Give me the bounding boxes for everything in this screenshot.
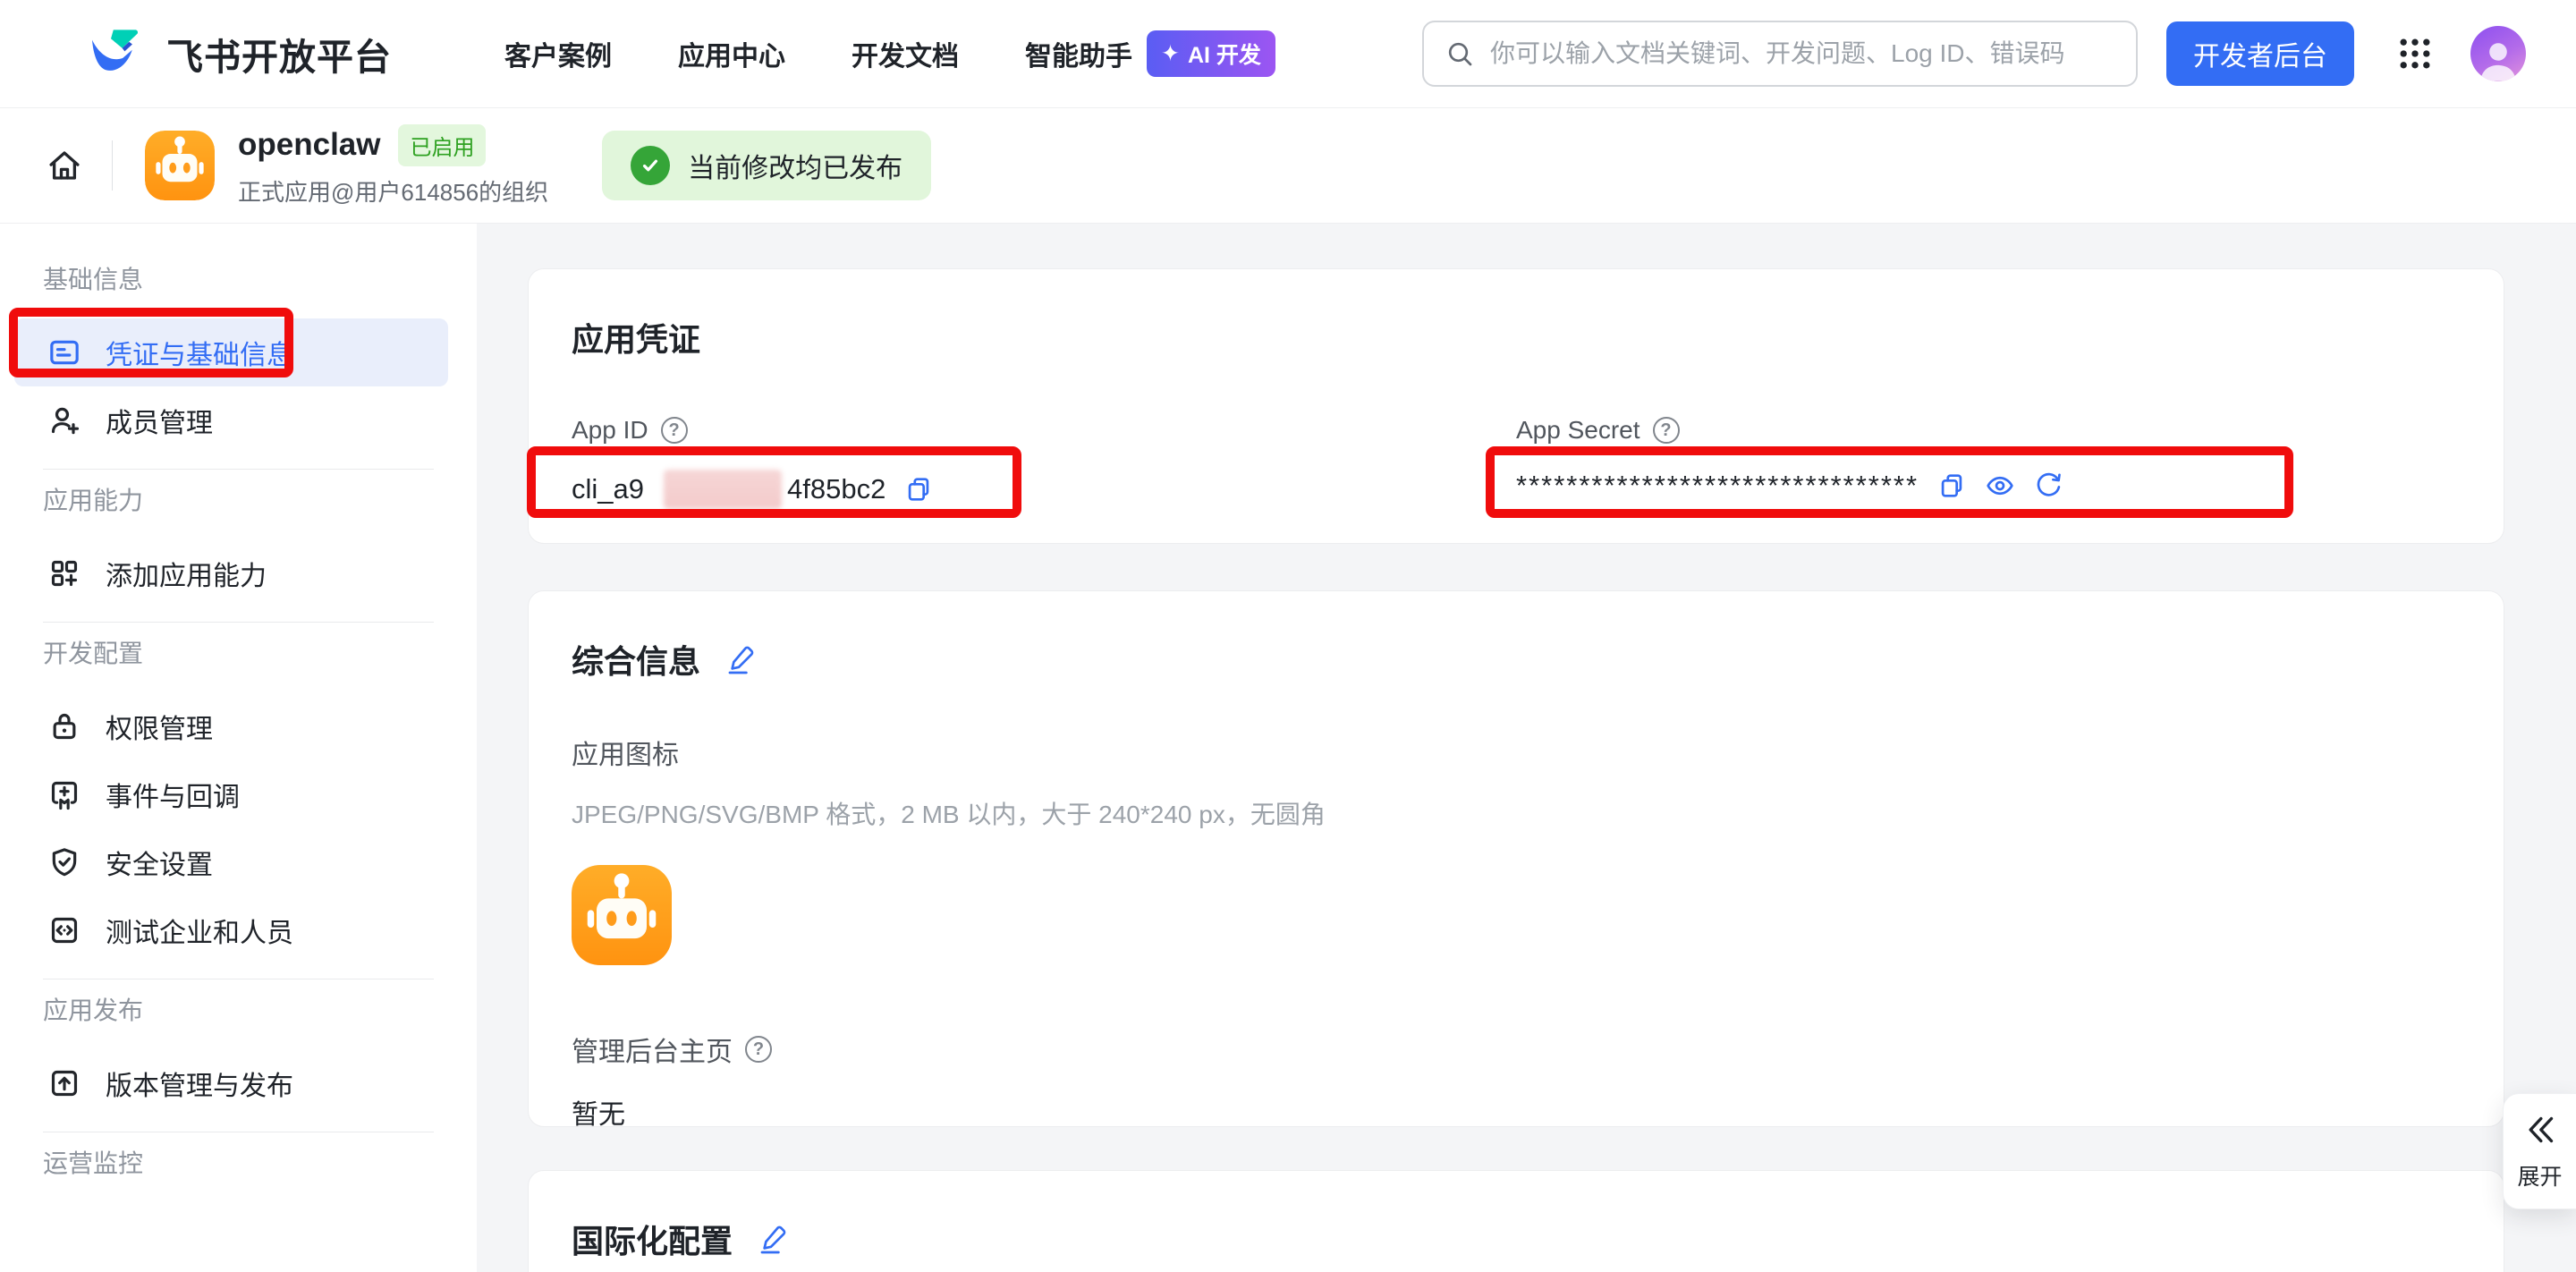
app-meta: openclaw 已启用 正式应用@用户614856的组织 (238, 124, 548, 208)
app-secret-value: ******************************** (1516, 470, 2461, 502)
lock-icon (47, 708, 82, 744)
app-icon-requirements: JPEG/PNG/SVG/BMP 格式，2 MB 以内，大于 240*240 p… (572, 795, 2461, 831)
sidebar-item-permissions[interactable]: 权限管理 (14, 692, 448, 760)
sidebar-section-release: 应用发布 (43, 996, 477, 1026)
copy-icon (1936, 471, 1967, 501)
search-input[interactable] (1490, 39, 2116, 68)
home-button[interactable] (46, 147, 83, 184)
nav-ai-assistant[interactable]: 智能助手 ✦ AI 开发 (1025, 30, 1275, 77)
sidebar-item-members[interactable]: 成员管理 (14, 386, 448, 454)
admin-homepage-value: 暂无 (572, 1092, 2461, 1132)
app-secret-field: App Secret ? ***************************… (1516, 416, 2461, 509)
check-circle-icon (631, 146, 670, 185)
divider (43, 469, 434, 470)
code-brackets-icon (47, 912, 82, 948)
app-id-value: cli_a94f85bc2 (572, 470, 1516, 509)
edit-general-info-button[interactable] (725, 644, 756, 674)
app-secret-label: App Secret (1516, 416, 1640, 445)
app-icon (145, 131, 215, 200)
sidebar-item-events[interactable]: 事件与回调 (14, 760, 448, 828)
admin-homepage-label: 管理后台主页 (572, 1030, 733, 1069)
sidebar: 基础信息 凭证与基础信息 成员管理 应用能力 添加应用能力 开发配置 权限管理 (0, 224, 477, 1272)
help-icon[interactable]: ? (745, 1036, 772, 1063)
eye-icon (1985, 471, 2015, 501)
sidebar-item-security[interactable]: 安全设置 (14, 828, 448, 896)
sidebar-section-capabilities: 应用能力 (43, 486, 477, 516)
event-callback-icon (47, 776, 82, 812)
app-id-label: App ID (572, 416, 648, 445)
double-chevron-left-icon (2521, 1112, 2560, 1148)
nav-dev-docs[interactable]: 开发文档 (852, 34, 959, 73)
app-icon-preview (572, 865, 672, 965)
sidebar-item-label: 凭证与基础信息 (106, 333, 293, 372)
expand-label: 展开 (2517, 1159, 2562, 1191)
sidebar-item-credentials[interactable]: 凭证与基础信息 (14, 318, 448, 386)
expand-panel-button[interactable]: 展开 (2503, 1093, 2576, 1209)
edit-pencil-icon (758, 1224, 788, 1254)
view-secret-button[interactable] (1985, 471, 2015, 501)
feishu-logo[interactable]: 飞书开放平台 (89, 27, 392, 81)
sidebar-item-label: 测试企业和人员 (106, 911, 293, 950)
main-nav: 客户案例 应用中心 开发文档 智能助手 ✦ AI 开发 (504, 30, 1275, 77)
edit-i18n-button[interactable] (758, 1224, 788, 1254)
sidebar-item-add-capability[interactable]: 添加应用能力 (14, 539, 448, 607)
sidebar-item-test-org[interactable]: 测试企业和人员 (14, 896, 448, 964)
sidebar-section-monitoring: 运营监控 (43, 1149, 477, 1179)
copy-app-id-button[interactable] (903, 474, 934, 505)
sidebar-item-label: 安全设置 (106, 843, 213, 882)
help-icon[interactable]: ? (661, 417, 688, 444)
reset-secret-button[interactable] (2033, 471, 2063, 501)
sidebar-item-label: 成员管理 (106, 401, 213, 440)
sidebar-item-label: 事件与回调 (106, 775, 240, 814)
home-icon (46, 147, 83, 184)
feishu-bird-icon (89, 29, 145, 79)
general-info-card: 综合信息 应用图标 JPEG/PNG/SVG/BMP 格式，2 MB 以内，大于… (528, 590, 2504, 1127)
credentials-card: 应用凭证 App ID ? cli_a94f85bc2 (528, 268, 2504, 544)
sidebar-item-label: 权限管理 (106, 707, 213, 746)
shield-check-icon (47, 844, 82, 880)
publish-status-pill: 当前修改均已发布 (602, 131, 931, 200)
apps-grid-icon[interactable] (2395, 34, 2435, 73)
nav-app-center[interactable]: 应用中心 (678, 34, 785, 73)
user-avatar[interactable] (2470, 26, 2526, 81)
main-content: 应用凭证 App ID ? cli_a94f85bc2 (477, 224, 2576, 1272)
credential-card-icon (47, 335, 82, 370)
sidebar-item-versions[interactable]: 版本管理与发布 (14, 1049, 448, 1117)
copy-icon (903, 474, 934, 505)
sidebar-section-basic-info: 基础信息 (43, 265, 477, 295)
card-title: 国际化配置 (572, 1216, 733, 1262)
app-id-field: App ID ? cli_a94f85bc2 (572, 416, 1516, 509)
publish-status-text: 当前修改均已发布 (688, 146, 902, 185)
i18n-config-card: 国际化配置 (528, 1170, 2504, 1272)
app-icon-label: 应用图标 (572, 733, 2461, 772)
upload-box-icon (47, 1065, 82, 1101)
app-name: openclaw (238, 127, 380, 163)
help-icon[interactable]: ? (1653, 417, 1680, 444)
status-badge-enabled: 已启用 (398, 124, 486, 166)
edit-pencil-icon (725, 644, 756, 674)
copy-app-secret-button[interactable] (1936, 471, 1967, 501)
divider (112, 140, 113, 191)
refresh-icon (2033, 471, 2063, 501)
ai-dev-badge: ✦ AI 开发 (1147, 30, 1275, 77)
app-subtitle: 正式应用@用户614856的组织 (238, 174, 548, 208)
card-title: 应用凭证 (572, 314, 2461, 360)
app-header-bar: openclaw 已启用 正式应用@用户614856的组织 当前修改均已发布 (0, 108, 2576, 224)
search-icon (1444, 38, 1476, 70)
user-add-icon (47, 403, 82, 438)
search-box[interactable] (1422, 21, 2138, 87)
card-title: 综合信息 (572, 636, 700, 683)
top-navigation-bar: 飞书开放平台 客户案例 应用中心 开发文档 智能助手 ✦ AI 开发 开发者后台 (0, 0, 2576, 108)
redacted-blur (664, 470, 782, 509)
nav-customer-cases[interactable]: 客户案例 (504, 34, 612, 73)
brand-title: 飞书开放平台 (166, 27, 392, 81)
sidebar-item-label: 版本管理与发布 (106, 1064, 293, 1103)
divider (43, 622, 434, 623)
sidebar-item-label: 添加应用能力 (106, 554, 267, 593)
developer-console-button[interactable]: 开发者后台 (2166, 21, 2354, 86)
person-silhouette-icon (2473, 35, 2523, 81)
grid-add-icon (47, 555, 82, 591)
sidebar-section-dev-config: 开发配置 (43, 639, 477, 669)
sparkle-icon: ✦ (1161, 40, 1180, 67)
